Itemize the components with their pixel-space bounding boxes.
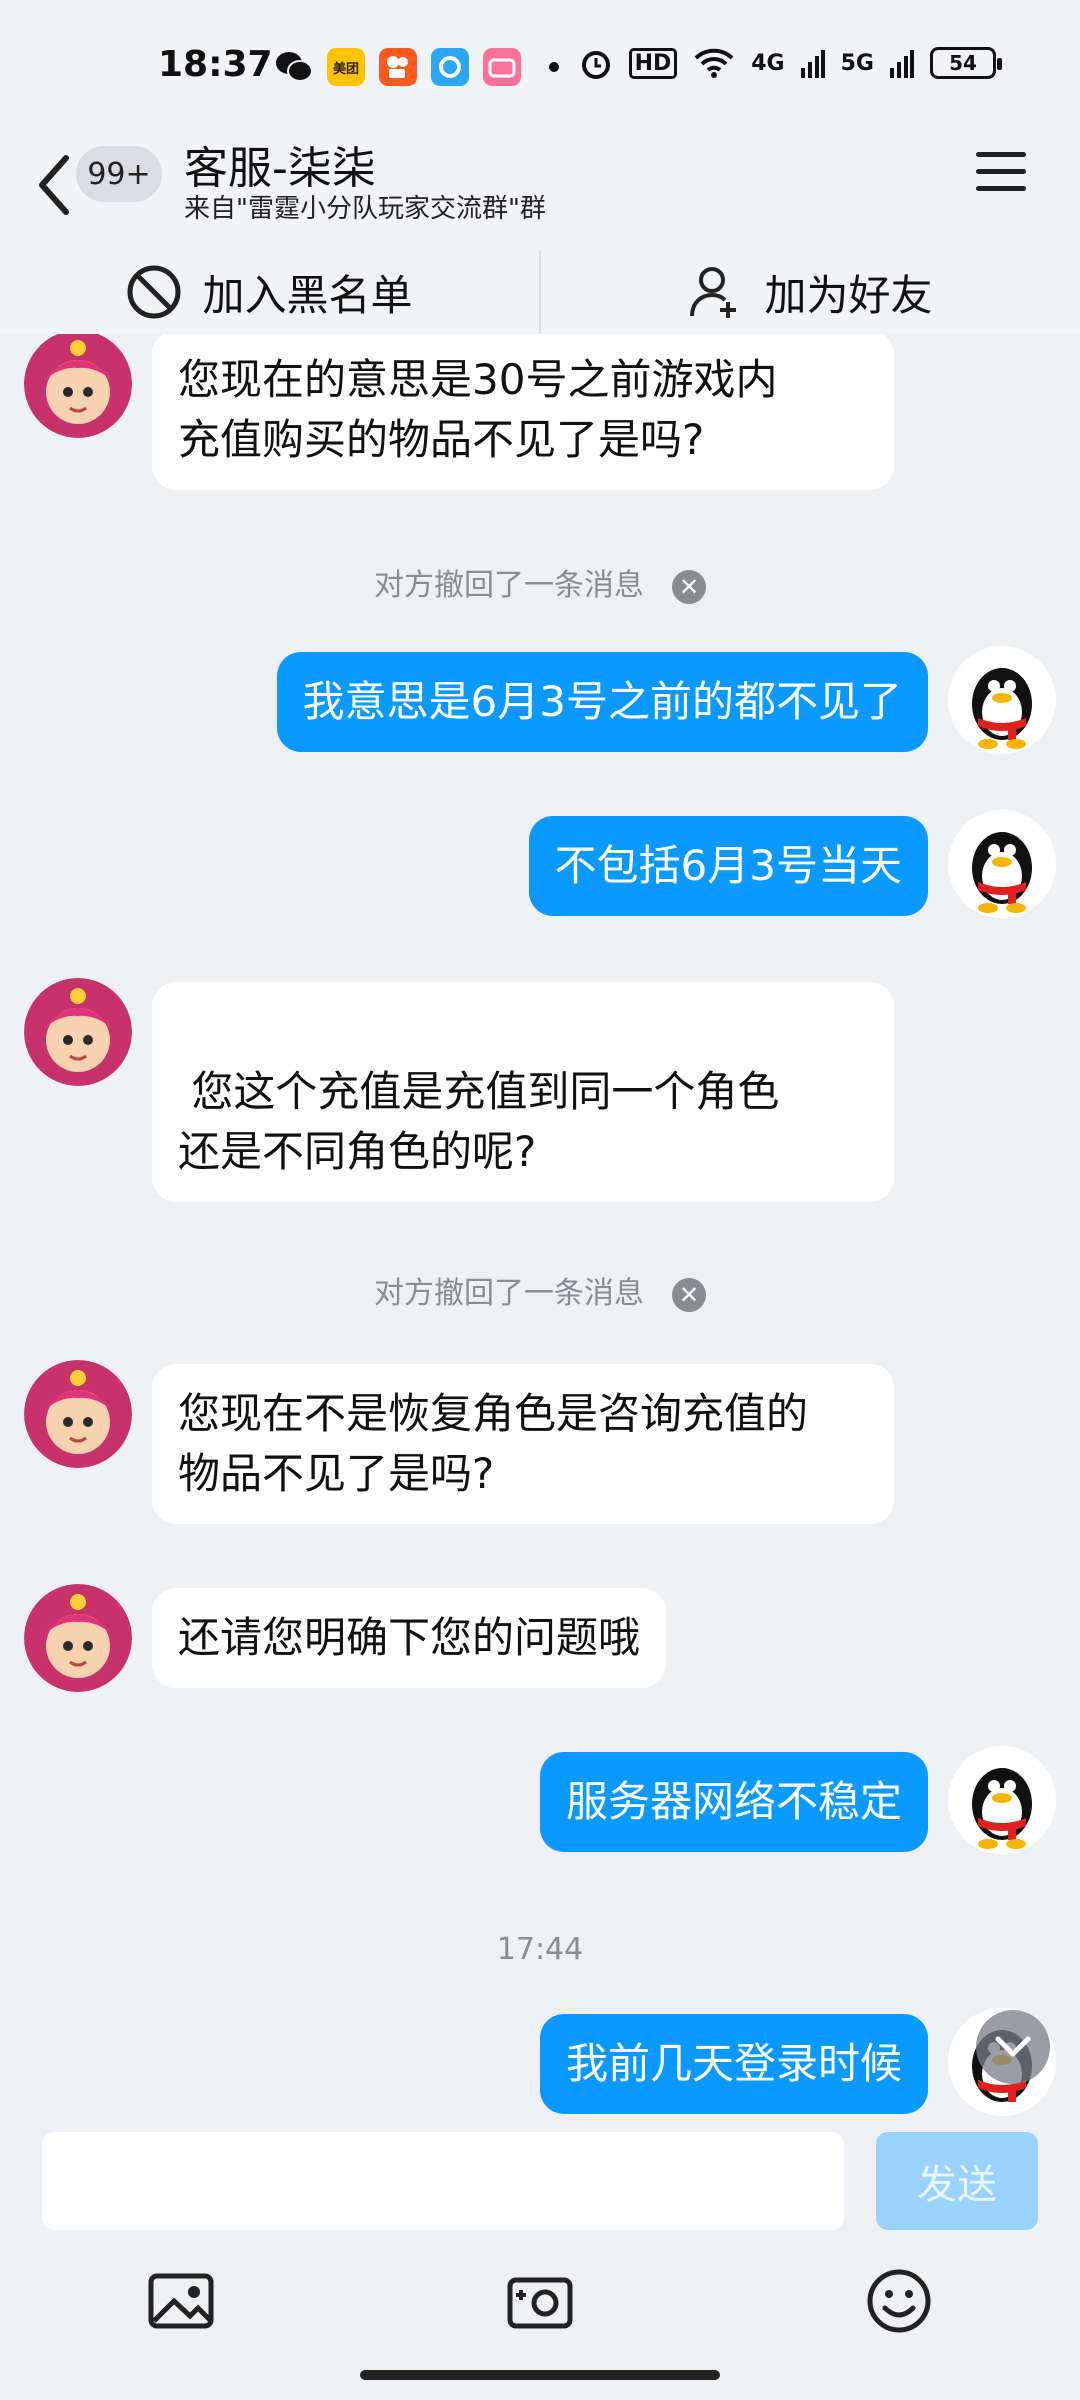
send-button[interactable]: 发送 [876, 2132, 1038, 2230]
agent-avatar[interactable] [24, 1584, 132, 1692]
signal-icon [800, 50, 825, 78]
sent-message-bubble[interactable]: 不包括6月3号当天 [528, 816, 928, 916]
camera-icon[interactable] [505, 2266, 575, 2336]
kuaishou-icon [379, 48, 417, 86]
recall-notice: 对方撤回了一条消息 ✕ [0, 560, 1080, 604]
chat-title: 客服-柒柒 [184, 143, 376, 194]
network-5g-label: 5G [840, 50, 874, 76]
signal-icon [890, 50, 914, 78]
agent-avatar[interactable] [24, 978, 132, 1086]
chevron-down-icon [995, 2036, 1031, 2057]
chat-subtitle: 来自"雷霆小分队玩家交流群"群 [184, 194, 546, 224]
back-arrow-icon[interactable] [34, 150, 74, 220]
message-input[interactable] [42, 2132, 844, 2230]
chat-header: 99+ 客服-柒柒 来自"雷霆小分队玩家交流群"群 [0, 130, 1080, 250]
recall-notice-text: 对方撤回了一条消息 [374, 1276, 644, 1311]
scroll-to-bottom-button[interactable] [976, 2010, 1050, 2084]
block-icon [127, 265, 181, 319]
composer-toolbar [0, 2266, 1080, 2346]
alarm-icon [581, 51, 610, 79]
user-avatar-qq-icon[interactable] [948, 1746, 1056, 1854]
sent-message-bubble[interactable]: 我意思是6月3号之前的都不见了 [276, 652, 928, 752]
received-message-bubble[interactable]: 还请您明确下您的问题哦 [152, 1588, 667, 1688]
wechat-icon [275, 48, 313, 86]
user-avatar-qq-icon[interactable] [948, 810, 1056, 918]
more-notifications-icon [549, 62, 559, 72]
blacklist-button[interactable]: 加入黑名单 [0, 250, 539, 334]
sent-message-bubble[interactable]: 我前几天登录时候 [539, 2014, 928, 2114]
add-friend-label: 加为好友 [764, 270, 933, 320]
hd-label: HD [628, 47, 678, 79]
recall-notice-text: 对方撤回了一条消息 [374, 568, 644, 603]
add-user-icon [690, 267, 737, 318]
agent-avatar[interactable] [24, 1360, 132, 1468]
status-time: 18:37 [158, 44, 273, 85]
recall-notice: 对方撤回了一条消息 ✕ [0, 1268, 1080, 1312]
received-message-bubble[interactable]: 您现在不是恢复角色是咨询充值的 物品不见了是吗? [152, 1364, 894, 1524]
notification-icons: 美团 [275, 48, 559, 86]
menu-icon[interactable] [976, 152, 1026, 202]
bilibili-icon [483, 48, 521, 86]
sent-message-bubble[interactable]: 服务器网络不稳定 [539, 1752, 928, 1852]
status-bar: 18:37 美团 HD 4G 5G 54 [0, 0, 1080, 130]
emoji-icon[interactable] [864, 2266, 934, 2336]
user-avatar-qq-icon[interactable] [948, 646, 1056, 754]
close-icon[interactable]: ✕ [672, 1277, 706, 1312]
action-bar: 加入黑名单 加为好友 [0, 250, 1080, 334]
system-status: HD 4G 5G 54 [579, 46, 1002, 80]
add-friend-button[interactable]: 加为好友 [541, 250, 1080, 334]
image-icon[interactable] [146, 2266, 216, 2336]
agent-avatar[interactable] [24, 334, 132, 438]
close-icon[interactable]: ✕ [672, 569, 706, 604]
received-message-bubble[interactable]: 您现在的意思是30号之前游戏内 充值购买的物品不见了是吗? [152, 334, 894, 490]
app-icon [431, 48, 469, 86]
message-list[interactable]: 您现在的意思是30号之前游戏内 充值购买的物品不见了是吗? 对方撤回了一条消息 ✕… [0, 334, 1080, 2116]
timestamp: 17:44 [496, 1932, 584, 1967]
chat-screen: 18:37 美团 HD 4G 5G 54 99+ 客服-柒柒 来自"雷霆小分队玩… [0, 0, 1080, 2400]
unread-count-badge[interactable]: 99+ [76, 146, 162, 202]
wifi-icon [694, 48, 734, 78]
blacklist-label: 加入黑名单 [202, 270, 413, 320]
home-indicator[interactable] [360, 2370, 720, 2380]
meituan-icon: 美团 [327, 48, 365, 86]
network-4g-label: 4G [751, 50, 785, 76]
battery-indicator: 54 [930, 47, 1002, 79]
composer: 发送 [0, 2116, 1080, 2400]
received-message-bubble[interactable]: 您这个充值是充值到同一个角色 还是不同角色的呢? [152, 982, 894, 1202]
